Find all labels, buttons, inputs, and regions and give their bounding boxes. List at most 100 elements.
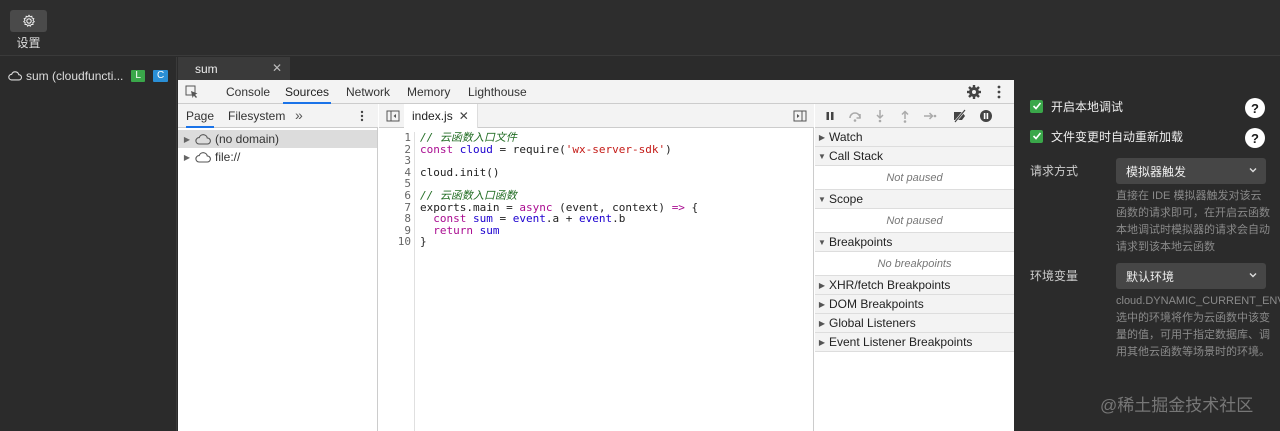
line-number[interactable]: 8 bbox=[379, 213, 414, 225]
editor-file-name: index.js bbox=[412, 109, 453, 123]
devtools-tabbar: Console Sources Network Memory Lighthous… bbox=[178, 80, 1014, 104]
inspect-element-icon[interactable] bbox=[185, 85, 199, 99]
section-event-listener-breakpoints[interactable]: ▶ Event Listener Breakpoints bbox=[815, 333, 1014, 352]
toggle-debugger-icon[interactable] bbox=[793, 109, 807, 123]
tab-lighthouse[interactable]: Lighthouse bbox=[466, 80, 529, 104]
code-lines: // 云函数入口文件 const cloud = require('wx-serv… bbox=[420, 132, 698, 248]
tab-memory[interactable]: Memory bbox=[405, 80, 452, 104]
pause-icon[interactable] bbox=[823, 109, 837, 123]
editor-tab-sum[interactable]: sum ✕ bbox=[178, 57, 290, 80]
enable-local-debug-label: 开启本地调试 bbox=[1051, 99, 1124, 114]
local-debug-settings: 开启本地调试 ? 文件变更时自动重新加载 ? 请求方式 模拟器触发 直接在 ID… bbox=[1014, 80, 1280, 431]
collapse-arrow-icon: ▼ bbox=[818, 194, 826, 204]
line-number[interactable]: 6 bbox=[379, 190, 414, 202]
request-mode-value: 模拟器触发 bbox=[1126, 164, 1187, 179]
request-mode-label: 请求方式 bbox=[1030, 164, 1079, 178]
tab-network[interactable]: Network bbox=[344, 80, 392, 104]
expand-arrow-icon[interactable]: ▶ bbox=[181, 153, 193, 162]
line-number[interactable]: 10 bbox=[379, 236, 414, 248]
step-over-icon[interactable] bbox=[848, 109, 862, 123]
cloud-function-name: sum (cloudfuncti... bbox=[26, 69, 124, 83]
expand-arrow-icon: ▶ bbox=[818, 280, 826, 290]
section-title: Breakpoints bbox=[829, 235, 893, 249]
settings-label: 设置 bbox=[16, 36, 41, 50]
editor-tab-row: sum ✕ bbox=[178, 57, 1280, 80]
tree-item-label: (no domain) bbox=[215, 132, 280, 146]
section-watch[interactable]: ▶ Watch bbox=[815, 128, 1014, 147]
section-title: XHR/fetch Breakpoints bbox=[829, 278, 951, 292]
tree-item-no-domain[interactable]: ▶ (no domain) bbox=[178, 130, 377, 148]
code-line[interactable]: cloud.init() bbox=[420, 167, 698, 179]
cloud-function-sidebar: sum (cloudfuncti... L C bbox=[0, 57, 177, 431]
editor-tab-label: sum bbox=[195, 61, 218, 76]
code-line[interactable]: } bbox=[420, 236, 698, 248]
tab-page[interactable]: Page bbox=[186, 104, 215, 128]
pause-on-exceptions-icon[interactable] bbox=[979, 109, 993, 123]
more-vertical-icon[interactable] bbox=[359, 109, 365, 123]
section-title: DOM Breakpoints bbox=[829, 297, 924, 311]
scope-status: Not paused bbox=[815, 209, 1014, 233]
section-title: Call Stack bbox=[829, 149, 884, 163]
tab-console[interactable]: Console bbox=[224, 80, 272, 104]
expand-arrow-icon: ▶ bbox=[818, 337, 826, 347]
code-line[interactable]: const cloud = require('wx-server-sdk') bbox=[420, 143, 698, 156]
env-select[interactable]: 默认环境 bbox=[1116, 263, 1266, 289]
watermark: @稀土掘金技术社区 bbox=[1100, 396, 1254, 415]
sources-navigator: Page Filesystem » ▶ (no domain) ▶ file:/… bbox=[178, 104, 378, 431]
breakpoints-status: No breakpoints bbox=[815, 252, 1014, 276]
checkmark-icon bbox=[1032, 132, 1041, 140]
code-area[interactable]: 1 2 3 4 5 6 7 8 9 10 // 云函数入口文件 const clo… bbox=[379, 128, 814, 431]
line-number[interactable]: 1 bbox=[379, 132, 414, 144]
debugger-toolbar bbox=[815, 104, 1014, 128]
local-badge: L bbox=[131, 70, 145, 82]
cloud-function-item[interactable]: sum (cloudfuncti... L C bbox=[8, 68, 169, 84]
step-into-icon[interactable] bbox=[873, 109, 887, 123]
step-icon[interactable] bbox=[923, 109, 937, 123]
chevron-down-icon bbox=[1249, 273, 1257, 278]
tree-item-file[interactable]: ▶ file:// bbox=[178, 148, 377, 166]
auto-reload-checkbox[interactable] bbox=[1030, 129, 1043, 143]
help-icon[interactable]: ? bbox=[1245, 128, 1265, 148]
request-mode-select[interactable]: 模拟器触发 bbox=[1116, 158, 1266, 184]
cloud-icon bbox=[195, 133, 211, 145]
cloud-icon bbox=[195, 151, 211, 163]
settings-button[interactable] bbox=[10, 10, 47, 32]
collapse-arrow-icon: ▼ bbox=[818, 151, 826, 161]
step-out-icon[interactable] bbox=[898, 109, 912, 123]
section-xhr-breakpoints[interactable]: ▶ XHR/fetch Breakpoints bbox=[815, 276, 1014, 295]
toggle-navigator-icon[interactable] bbox=[386, 109, 400, 123]
collapse-arrow-icon: ▼ bbox=[818, 237, 826, 247]
more-tabs-icon[interactable]: » bbox=[295, 107, 303, 123]
code-line[interactable]: // 云函数入口函数 bbox=[420, 190, 698, 202]
close-icon[interactable]: ✕ bbox=[459, 109, 469, 123]
tab-sources[interactable]: Sources bbox=[283, 80, 332, 104]
auto-reload-row[interactable]: 文件变更时自动重新加载 bbox=[1030, 128, 1183, 144]
debugger-sidebar: ▶ Watch ▼ Call Stack Not paused ▼ Scope Not… bbox=[815, 104, 1014, 431]
help-icon[interactable]: ? bbox=[1245, 98, 1265, 118]
section-breakpoints[interactable]: ▼ Breakpoints bbox=[815, 233, 1014, 252]
editor-tab-index-js[interactable]: index.js ✕ bbox=[404, 104, 478, 128]
section-global-listeners[interactable]: ▶ Global Listeners bbox=[815, 314, 1014, 333]
more-vertical-icon[interactable] bbox=[994, 83, 1004, 101]
checkmark-icon bbox=[1032, 102, 1041, 110]
section-scope[interactable]: ▼ Scope bbox=[815, 190, 1014, 209]
cloud-icon bbox=[8, 71, 22, 81]
expand-arrow-icon: ▶ bbox=[818, 132, 826, 142]
request-mode-description: 直接在 IDE 模拟器触发对该云函数的请求即可，在开启云函数本地调试时模拟器的请… bbox=[1116, 190, 1270, 253]
expand-arrow-icon[interactable]: ▶ bbox=[181, 135, 193, 144]
enable-local-debug-row[interactable]: 开启本地调试 bbox=[1030, 98, 1123, 114]
tree-item-label: file:// bbox=[215, 150, 241, 164]
tab-filesystem[interactable]: Filesystem bbox=[228, 104, 285, 128]
gear-icon[interactable] bbox=[966, 84, 982, 100]
section-title: Watch bbox=[829, 130, 863, 144]
close-icon[interactable]: ✕ bbox=[272, 61, 282, 75]
section-call-stack[interactable]: ▼ Call Stack bbox=[815, 147, 1014, 166]
editor-file-tabs: index.js ✕ bbox=[379, 104, 814, 128]
deactivate-breakpoints-icon[interactable] bbox=[953, 109, 967, 123]
section-title: Global Listeners bbox=[829, 316, 916, 330]
navigator-tabs: Page Filesystem » bbox=[178, 104, 378, 128]
auto-reload-label: 文件变更时自动重新加载 bbox=[1051, 129, 1184, 144]
enable-local-debug-checkbox[interactable] bbox=[1030, 99, 1043, 113]
section-dom-breakpoints[interactable]: ▶ DOM Breakpoints bbox=[815, 295, 1014, 314]
code-line[interactable]: return sum bbox=[420, 224, 698, 237]
